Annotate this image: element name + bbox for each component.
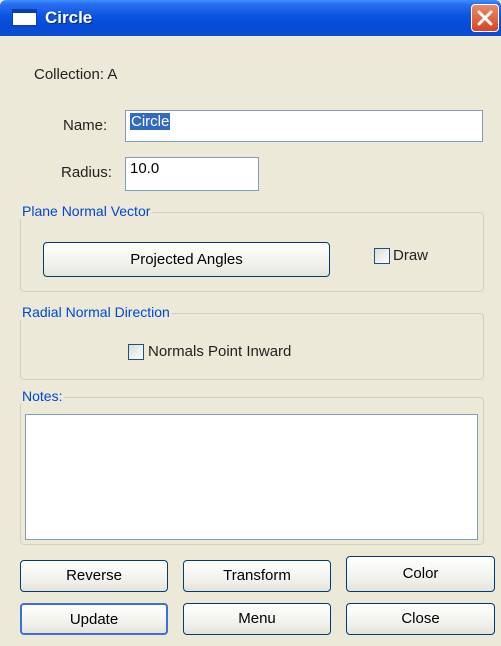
radius-field[interactable]: 10.0 bbox=[125, 157, 259, 191]
projected-angles-button[interactable]: Projected Angles bbox=[43, 242, 330, 277]
title-bar[interactable]: Circle bbox=[0, 0, 501, 36]
window-title: Circle bbox=[45, 8, 93, 27]
close-window-button[interactable] bbox=[471, 4, 499, 32]
name-label: Name: bbox=[63, 117, 108, 134]
notes-textarea[interactable] bbox=[25, 414, 478, 540]
transform-button[interactable]: Transform bbox=[183, 560, 331, 592]
color-button[interactable]: Color bbox=[346, 556, 495, 592]
normals-inward-checkbox[interactable] bbox=[128, 344, 144, 360]
reverse-button[interactable]: Reverse bbox=[20, 560, 168, 592]
normals-inward-label: Normals Point Inward bbox=[148, 343, 292, 360]
update-button[interactable]: Update bbox=[20, 603, 168, 635]
radial-normal-legend: Radial Normal Direction bbox=[20, 304, 172, 320]
name-field[interactable]: Circle bbox=[125, 110, 483, 142]
draw-label: Draw bbox=[393, 247, 429, 264]
collection-label-text: Collection: bbox=[34, 66, 105, 83]
radius-label: Radius: bbox=[61, 164, 112, 181]
window-icon bbox=[12, 9, 37, 26]
name-value: Circle bbox=[130, 113, 171, 130]
collection-value: A bbox=[107, 66, 118, 83]
circle-dialog: Circle Collection: A Name: Circle Radius… bbox=[0, 0, 501, 646]
close-icon bbox=[477, 10, 493, 26]
plane-normal-legend: Plane Normal Vector bbox=[20, 203, 153, 219]
draw-checkbox[interactable] bbox=[374, 248, 390, 264]
collection-label: Collection: A bbox=[34, 66, 117, 83]
menu-button[interactable]: Menu bbox=[183, 603, 331, 635]
notes-legend: Notes: bbox=[20, 388, 65, 404]
close-button[interactable]: Close bbox=[346, 603, 495, 635]
